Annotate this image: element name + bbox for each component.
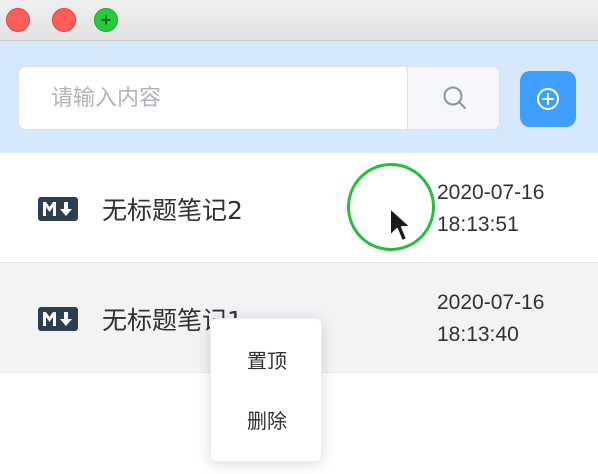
markdown-icon [38, 307, 78, 331]
search-bar [0, 41, 598, 153]
note-time: 18:13:51 [437, 213, 519, 236]
context-menu-delete[interactable]: 删除 [211, 401, 323, 441]
note-timestamp: 2020-07-16 18:13:40 [437, 287, 544, 351]
arrow-cursor-icon [389, 207, 412, 242]
note-list-item[interactable]: 无标题笔记2 2020-07-16 18:13:51 [0, 153, 598, 263]
note-title: 无标题笔记2 [102, 196, 243, 225]
window-close-button[interactable] [6, 8, 30, 32]
plus-circle-icon [537, 88, 559, 110]
context-menu-pin[interactable]: 置顶 [211, 341, 323, 381]
zoom-plus-icon [101, 15, 111, 25]
context-menu: 置顶 删除 [210, 318, 322, 462]
note-date: 2020-07-16 [437, 181, 545, 204]
add-note-button[interactable] [520, 71, 576, 127]
note-time: 18:13:40 [437, 323, 519, 346]
window-zoom-button[interactable] [94, 8, 118, 32]
search-button[interactable] [407, 67, 499, 129]
markdown-icon [38, 197, 78, 221]
note-date: 2020-07-16 [437, 291, 545, 314]
window-titlebar [0, 0, 598, 41]
search-box [18, 66, 500, 130]
search-input[interactable] [19, 67, 407, 129]
window-minimize-button[interactable] [52, 8, 76, 32]
note-timestamp: 2020-07-16 18:13:51 [437, 177, 544, 241]
search-icon [443, 86, 466, 109]
